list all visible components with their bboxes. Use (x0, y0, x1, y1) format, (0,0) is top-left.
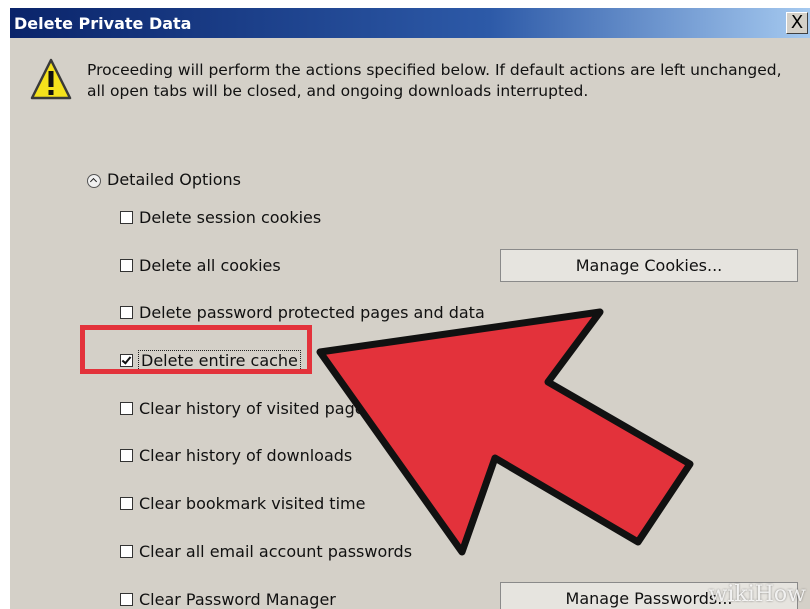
pointer-arrow-icon (316, 308, 694, 556)
wikihow-watermark: wikiHow (708, 582, 807, 607)
